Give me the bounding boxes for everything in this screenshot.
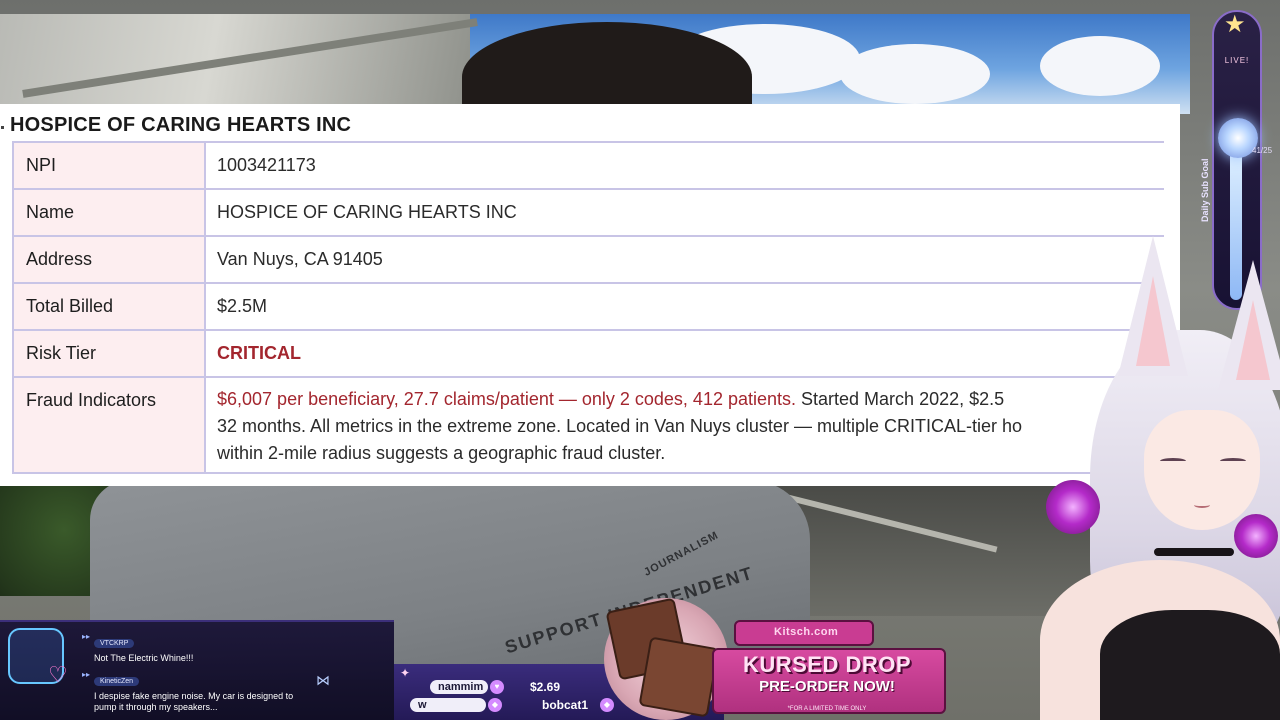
row-value-npi: 1003421173: [205, 141, 1164, 190]
brand-name: Kitsch.com: [774, 626, 839, 638]
avatar-ear-inner: [1136, 276, 1170, 366]
building-beam: [22, 18, 478, 98]
merch-promo-banner[interactable]: Kitsch.com KURSED DROP PRE-ORDER NOW! *F…: [704, 612, 950, 720]
provider-title: HOSPICE OF CARING HEARTS INC: [10, 114, 352, 136]
fraud-line2: 32 months. All metrics in the extreme zo…: [217, 416, 1022, 436]
avatar-ear-inner: [1236, 300, 1270, 380]
table-row: Fraud Indicators $6,007 per beneficiary,…: [12, 377, 1164, 474]
cloud: [840, 44, 990, 104]
avatar-mouth: [1194, 502, 1210, 508]
diamond-icon: ◆: [488, 698, 502, 712]
row-label-risk-tier: Risk Tier: [12, 330, 206, 378]
row-value-name: HOSPICE OF CARING HEARTS INC: [205, 189, 1164, 237]
ticker-amount: $2.69: [530, 680, 561, 694]
table-row: Risk Tier CRITICAL: [12, 330, 1164, 378]
row-label-address: Address: [12, 236, 206, 284]
row-label-npi: NPI: [12, 141, 206, 190]
risk-tier-badge: CRITICAL: [217, 343, 301, 363]
building: [0, 14, 478, 110]
chat-username: KineticZen: [94, 677, 140, 686]
row-value-total-billed: $2.5M: [205, 283, 1164, 331]
flower-icon: [1234, 514, 1278, 558]
diamond-icon: ◆: [600, 698, 614, 712]
chat-text: I despise fake engine noise. My car is d…: [94, 691, 294, 712]
ticker-name: nammim: [430, 680, 488, 694]
bullet-mark: [1, 126, 4, 129]
promo-note: *FOR A LIMITED TIME ONLY: [787, 706, 867, 712]
ticker-name: bobcat1: [541, 698, 588, 712]
chat-message: ▸▸ KineticZen I despise fake engine nois…: [82, 670, 314, 713]
table-row: NPI 1003421173: [12, 141, 1164, 190]
chat-box: ♡ ▸▸ VTCKRP Not The Electric Whine!!! ▸▸…: [0, 620, 394, 720]
provider-record-panel: HOSPICE OF CARING HEARTS INC NPI 1003421…: [0, 104, 1180, 486]
star-icon: ★: [1224, 11, 1246, 38]
chat-text: Not The Electric Whine!!!: [94, 653, 194, 663]
fraud-highlight: $6,007 per beneficiary, 27.7 claims/pati…: [217, 389, 797, 409]
table-row: Total Billed $2.5M: [12, 283, 1164, 331]
fraud-line1-rest: Started March 2022, $2.5: [796, 389, 1005, 409]
cloud: [1040, 36, 1160, 96]
table-row: Address Van Nuys, CA 91405: [12, 236, 1164, 284]
avatar-eye-left: [1160, 458, 1186, 464]
row-value-risk-tier-cell: CRITICAL: [205, 330, 1164, 378]
row-label-total-billed: Total Billed: [12, 283, 206, 331]
star-icon: ✦: [400, 666, 411, 680]
flower-icon: [1046, 480, 1100, 534]
chevron-icon: ▸▸: [82, 670, 91, 679]
chat-message: ▸▸ VTCKRP Not The Electric Whine!!!: [82, 632, 194, 664]
preorder-button[interactable]: PRE-ORDER NOW!: [704, 678, 950, 695]
bow-icon: ⋈: [316, 672, 330, 688]
fraud-indicators-text: $6,007 per beneficiary, 27.7 claims/pati…: [217, 386, 1164, 467]
row-value-fraud-indicators: $6,007 per beneficiary, 27.7 claims/pati…: [205, 377, 1164, 474]
avatar-ear-right: [1218, 260, 1280, 390]
table-row: Name HOSPICE OF CARING HEARTS INC: [12, 189, 1164, 237]
row-label-fraud-indicators: Fraud Indicators: [12, 377, 206, 474]
avatar-face: [1144, 410, 1260, 530]
avatar-ear-left: [1118, 236, 1188, 376]
heart-icon: ♥: [490, 680, 504, 694]
row-label-name: Name: [12, 189, 206, 237]
heart-icon: ♡: [48, 662, 68, 687]
avatar-top: [1100, 610, 1280, 720]
promo-headline: KURSED DROP: [742, 652, 912, 677]
ticker-name: w: [410, 698, 486, 712]
provider-table: NPI 1003421173 Name HOSPICE OF CARING HE…: [12, 141, 1164, 474]
goal-count: 41/25: [1252, 146, 1273, 155]
chat-username: VTCKRP: [94, 639, 135, 648]
chevron-icon: ▸▸: [82, 632, 91, 641]
avatar-eye-right: [1220, 458, 1246, 464]
live-badge: LIVE!: [1224, 56, 1250, 65]
avatar-choker: [1154, 548, 1234, 556]
brand-logo: Kitsch.com: [734, 620, 874, 646]
row-value-address: Van Nuys, CA 91405: [205, 236, 1164, 284]
fraud-line3: within 2-mile radius suggests a geograph…: [217, 443, 666, 463]
goal-label: Daily Sub Goal: [1200, 158, 1210, 222]
vtuber-avatar: [1040, 230, 1280, 720]
